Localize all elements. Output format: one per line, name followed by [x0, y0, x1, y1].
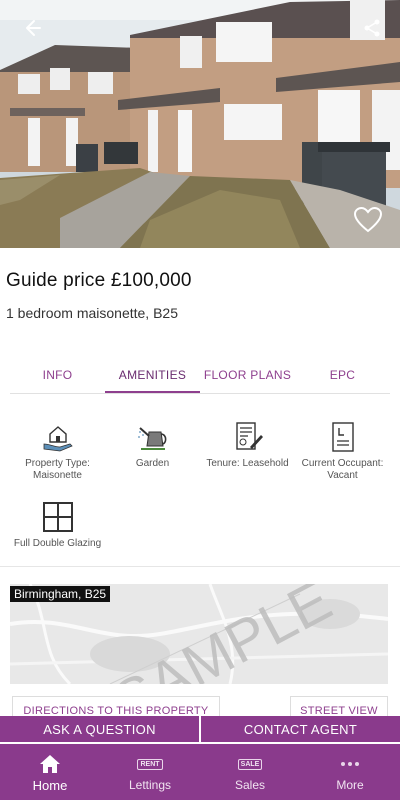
detail-tabs: INFO AMENITIES FLOOR PLANS EPC	[10, 358, 390, 394]
amenity-garden: Garden	[105, 420, 200, 482]
map-location-label: Birmingham, B25	[10, 586, 111, 602]
amenity-property-type: Property Type: Maisonette	[10, 420, 105, 482]
favourite-heart-icon[interactable]	[352, 204, 384, 236]
street-view-button[interactable]: STREET VIEW	[290, 696, 388, 718]
bottom-navigation: Home RENT Lettings SALE Sales More	[0, 744, 400, 800]
amenity-tenure: Tenure: Leasehold	[200, 420, 295, 482]
tab-info[interactable]: INFO	[10, 358, 105, 393]
location-map[interactable]: SAMPLE Birmingham, B25	[10, 584, 388, 684]
nav-label: More	[336, 778, 364, 792]
nav-home[interactable]: Home	[0, 744, 100, 800]
amenity-label: Tenure: Leasehold	[206, 458, 289, 469]
window-icon	[41, 500, 75, 534]
tab-floor-plans[interactable]: FLOOR PLANS	[200, 358, 295, 393]
contact-agent-button[interactable]: CONTACT AGENT	[201, 716, 400, 742]
property-photo-illustration	[0, 0, 400, 248]
directions-button[interactable]: DIRECTIONS TO THIS PROPERTY	[12, 696, 220, 718]
back-arrow-icon[interactable]	[18, 14, 46, 42]
nav-more[interactable]: More	[300, 744, 400, 800]
rent-tag: RENT	[137, 758, 163, 770]
amenities-grid: Property Type: Maisonette Garden Tenure:…	[10, 420, 390, 550]
amenity-label: Current Occupant: Vacant	[301, 458, 384, 481]
nav-label: Lettings	[128, 778, 172, 792]
home-icon	[39, 752, 61, 776]
tab-amenities[interactable]: AMENITIES	[105, 358, 200, 393]
share-icon[interactable]	[358, 14, 386, 42]
nav-label: Sales	[234, 778, 266, 792]
amenity-occupant: Current Occupant: Vacant	[295, 420, 390, 482]
amenity-label: Garden	[135, 458, 170, 469]
nav-label: Home	[32, 777, 68, 793]
tab-epc[interactable]: EPC	[295, 358, 390, 393]
property-photo[interactable]	[0, 0, 400, 248]
amenity-glazing: Full Double Glazing	[10, 500, 105, 550]
nav-sales[interactable]: SALE Sales	[200, 744, 300, 800]
more-dots-icon	[340, 752, 360, 776]
watering-can-icon	[136, 420, 170, 454]
listing-price: Guide price £100,000	[6, 270, 192, 291]
house-hand-icon	[41, 420, 75, 454]
nav-lettings[interactable]: RENT Lettings	[100, 744, 200, 800]
amenity-label: Property Type: Maisonette	[25, 458, 90, 481]
contact-actions: ASK A QUESTION CONTACT AGENT	[0, 716, 400, 742]
rent-sign-icon: RENT	[137, 752, 163, 776]
listing-subtitle: 1 bedroom maisonette, B25	[6, 305, 178, 321]
document-icon	[326, 420, 360, 454]
ask-question-button[interactable]: ASK A QUESTION	[0, 716, 199, 742]
section-divider	[0, 566, 400, 567]
amenity-label: Full Double Glazing	[13, 538, 102, 549]
sale-tag: SALE	[237, 758, 263, 770]
sale-sign-icon: SALE	[237, 752, 263, 776]
contract-pen-icon	[231, 420, 265, 454]
